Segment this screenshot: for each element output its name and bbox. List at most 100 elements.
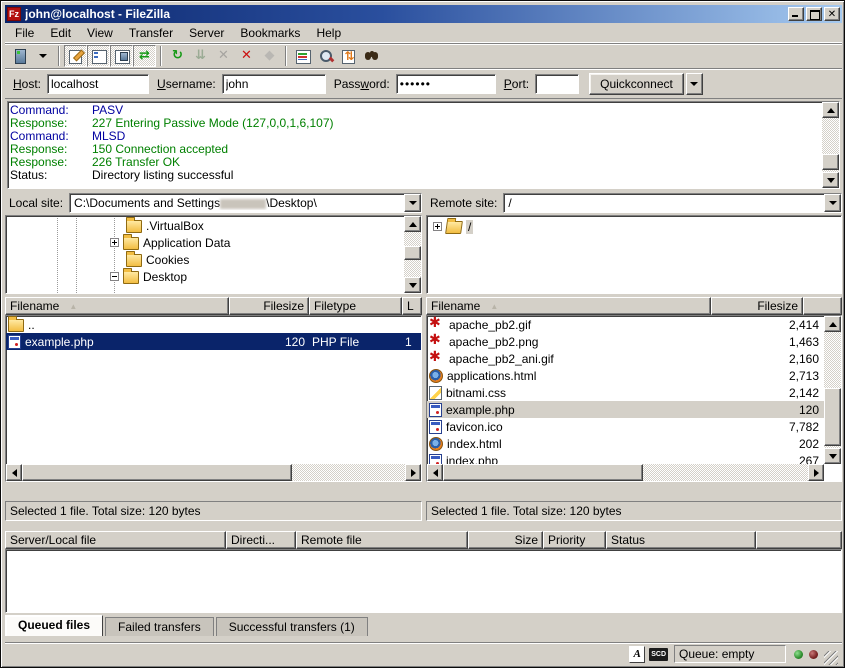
html-file-icon [429, 437, 443, 451]
toggle-local-tree-button[interactable] [87, 45, 110, 67]
toggle-remote-tree-button[interactable] [110, 45, 133, 67]
column-header-server-local-file[interactable]: Server/Local file [5, 531, 226, 549]
tab-successful-transfers[interactable]: Successful transfers (1) [216, 617, 368, 636]
tab-failed-transfers[interactable]: Failed transfers [105, 617, 214, 636]
file-row-selected[interactable]: example.php 120 PHP File 1 [6, 333, 421, 350]
log-vertical-scrollbar[interactable] [822, 102, 839, 188]
remote-site-dropdown[interactable] [824, 194, 841, 212]
menu-view[interactable]: View [79, 24, 121, 42]
directory-comparison-button[interactable] [314, 45, 337, 67]
title-bar[interactable]: Fz john@localhost - FileZilla [5, 5, 842, 23]
local-file-list[interactable]: .. example.php 120 PHP File 1 [5, 315, 422, 482]
menu-transfer[interactable]: Transfer [121, 24, 181, 42]
local-horizontal-scrollbar[interactable] [6, 464, 421, 481]
refresh-button[interactable]: ↻ [166, 45, 189, 67]
local-site-row: Local site: C:\Documents and Settings\De… [5, 193, 422, 213]
tree-item[interactable]: / [427, 218, 841, 235]
column-header-lastmodified[interactable]: L [402, 297, 422, 315]
message-log[interactable]: Command:PASV Response:227 Entering Passi… [7, 101, 840, 189]
host-input[interactable] [47, 74, 149, 94]
folder-icon [126, 254, 142, 267]
username-input[interactable] [222, 74, 326, 94]
tree-item[interactable]: Application Data [6, 234, 403, 251]
column-header-direction[interactable]: Directi... [226, 531, 296, 549]
column-header-filetype[interactable]: Filetype [309, 297, 402, 315]
remote-tree[interactable]: / [426, 215, 842, 294]
file-row[interactable]: favicon.ico7,782 [427, 418, 824, 435]
tree-item[interactable]: .VirtualBox [6, 217, 403, 234]
column-header-status[interactable]: Status [606, 531, 756, 549]
file-row[interactable]: apache_pb2.png1,463 [427, 333, 824, 350]
folder-icon [123, 271, 139, 284]
expand-icon[interactable] [110, 238, 119, 247]
file-row[interactable]: bitnami.css2,142 [427, 384, 824, 401]
find-files-button[interactable] [360, 45, 383, 67]
local-tree-icon [91, 48, 107, 64]
remote-site-label: Remote site: [426, 196, 503, 210]
file-row[interactable]: apache_pb2.gif2,414 [427, 316, 824, 333]
log-line: Status:Directory listing successful [10, 169, 820, 182]
tree-item[interactable]: Desktop [6, 268, 403, 285]
column-header-filename[interactable]: Filename▲ [426, 297, 711, 315]
column-header-priority[interactable]: Priority [543, 531, 606, 549]
quickconnect-button[interactable]: Quickconnect [589, 73, 684, 95]
password-input[interactable] [396, 74, 496, 94]
tab-queued-files[interactable]: Queued files [5, 615, 103, 636]
file-row[interactable]: .. [6, 316, 421, 333]
local-site-dropdown[interactable] [404, 194, 421, 212]
queue-tabs: Queued files Failed transfers Successful… [5, 615, 370, 636]
transfer-type-indicator[interactable]: A [629, 646, 645, 663]
remote-horizontal-scrollbar[interactable] [427, 464, 824, 481]
tree-item[interactable]: Cookies [6, 251, 403, 268]
menu-help[interactable]: Help [308, 24, 349, 42]
chevron-down-icon [829, 201, 837, 205]
port-input[interactable] [535, 74, 579, 94]
synchronized-browsing-button[interactable] [337, 45, 360, 67]
menu-server[interactable]: Server [181, 24, 232, 42]
remote-site-combo[interactable]: / [503, 193, 842, 213]
maximize-button[interactable] [806, 7, 822, 21]
find-files-icon [364, 48, 380, 64]
remote-site-row: Remote site: / [426, 193, 842, 213]
disconnect-button[interactable]: ✕ [235, 45, 258, 67]
queue-header: Server/Local file Directi... Remote file… [5, 531, 842, 549]
local-site-combo[interactable]: C:\Documents and Settings\Desktop\ [69, 193, 422, 213]
site-manager-icon [12, 48, 28, 64]
file-row-selected[interactable]: example.php120 [427, 401, 824, 418]
column-header-filename[interactable]: Filename▲ [5, 297, 229, 315]
resize-grip[interactable] [824, 651, 838, 665]
quickconnect-dropdown-button[interactable] [686, 73, 703, 95]
file-row[interactable]: index.html202 [427, 435, 824, 452]
site-manager-button[interactable] [8, 45, 31, 67]
menu-bookmarks[interactable]: Bookmarks [232, 24, 308, 42]
minimize-button[interactable] [788, 7, 804, 21]
column-header-filesize[interactable]: Filesize [229, 297, 309, 315]
site-manager-dropdown-button[interactable] [31, 45, 54, 67]
remote-vertical-scrollbar[interactable] [824, 316, 841, 464]
remote-panel: Remote site: / / Filename▲ Filesize apac… [426, 193, 842, 523]
column-header-size[interactable]: Size [468, 531, 543, 549]
file-row[interactable]: apache_pb2_ani.gif2,160 [427, 350, 824, 367]
menu-edit[interactable]: Edit [42, 24, 79, 42]
toggle-message-log-button[interactable] [64, 45, 87, 67]
queue-list[interactable] [5, 549, 842, 613]
php-file-icon [429, 403, 442, 417]
file-row[interactable]: applications.html2,713 [427, 367, 824, 384]
menu-file[interactable]: File [7, 24, 42, 42]
filter-button[interactable] [291, 45, 314, 67]
local-tree[interactable]: .VirtualBox Application Data Cookies Des… [5, 215, 422, 294]
expand-icon[interactable] [433, 222, 442, 231]
remote-file-list[interactable]: apache_pb2.gif2,414 apache_pb2.png1,463 … [426, 315, 842, 482]
toggle-transfer-queue-button[interactable]: ⇄ [133, 45, 156, 67]
process-queue-button[interactable]: ⇊ [189, 45, 212, 67]
column-header-filesize[interactable]: Filesize [711, 297, 803, 315]
speed-limits-badge-icon[interactable]: SCD [649, 648, 668, 661]
close-button[interactable] [824, 7, 840, 21]
process-queue-icon: ⇊ [193, 48, 209, 64]
image-file-icon [429, 318, 445, 331]
collapse-icon[interactable] [110, 272, 119, 281]
local-tree-vertical-scrollbar[interactable] [404, 216, 421, 293]
cancel-operation-button[interactable]: ✕ [212, 45, 235, 67]
column-header-remote-file[interactable]: Remote file [296, 531, 468, 549]
reconnect-button[interactable]: ◆ [258, 45, 281, 67]
